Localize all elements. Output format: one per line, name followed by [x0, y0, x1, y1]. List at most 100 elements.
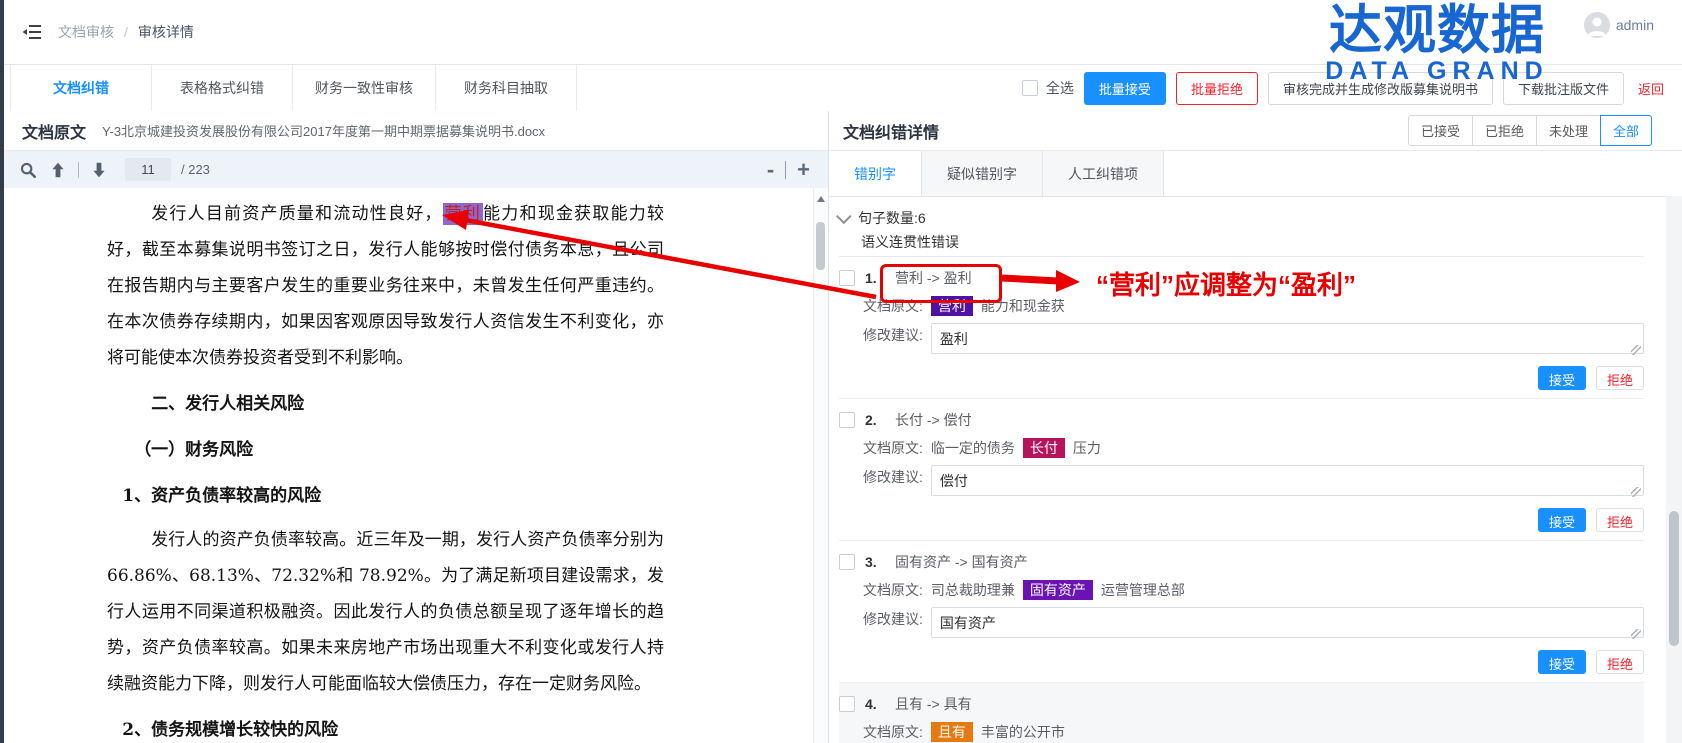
collapse-caret-icon[interactable] — [836, 208, 852, 224]
batch-reject-button[interactable]: 批量拒绝 — [1176, 72, 1258, 105]
zoom-out-button[interactable]: - — [767, 159, 774, 181]
resize-handle-icon[interactable] — [1631, 629, 1641, 639]
item-actions: 接受 拒绝 — [839, 508, 1644, 532]
toolbar-divider — [78, 162, 79, 178]
error-panel-header: 文档纠错详情 已接受 已拒绝 未处理 全部 — [829, 111, 1682, 151]
error-item-correction: 且有 -> 具有 — [895, 694, 972, 714]
tab-financial-consistency-review[interactable]: 财务一致性审核 — [293, 65, 436, 111]
suggestion-input[interactable] — [931, 607, 1644, 638]
error-item-checkbox[interactable] — [839, 412, 855, 428]
tab-suspected-typos[interactable]: 疑似错别字 — [922, 151, 1043, 196]
error-item-header: 2. 长付 -> 偿付 — [839, 407, 1644, 433]
suggestion-input[interactable] — [931, 323, 1644, 354]
error-item-checkbox[interactable] — [839, 696, 855, 712]
error-item-index: 3. — [865, 554, 881, 570]
suggestion-label: 修改建议: — [863, 323, 923, 347]
search-icon[interactable] — [18, 160, 38, 180]
select-all-label: 全选 — [1046, 78, 1074, 98]
document-filename: Y-3北京城建投资发展股份有限公司2017年度第一期中期票据募集说明书.docx — [102, 121, 545, 140]
select-all-checkbox[interactable]: 全选 — [1022, 78, 1074, 98]
checkbox-icon[interactable] — [1022, 80, 1038, 96]
original-text-label: 文档原文: — [863, 720, 923, 743]
tab-doc-correction[interactable]: 文档纠错 — [10, 65, 152, 111]
document-panel-title: 文档原文 — [22, 119, 86, 143]
scroll-up-icon[interactable] — [817, 196, 825, 202]
scrollbar-thumb[interactable] — [816, 222, 825, 270]
zoom-in-button[interactable]: + — [797, 159, 810, 181]
document-panel-header: 文档原文 Y-3北京城建投资发展股份有限公司2017年度第一期中期票据募集说明书… — [4, 111, 828, 151]
scrollbar-thumb[interactable] — [1669, 511, 1679, 646]
error-type-tabs: 错别字 疑似错别字 人工纠错项 — [829, 151, 1682, 197]
tab-typos[interactable]: 错别字 — [829, 151, 922, 196]
window-edge — [0, 0, 4, 743]
doc-highlighted-term[interactable]: 营利 — [443, 203, 483, 225]
status-filter-group: 已接受 已拒绝 未处理 全部 — [1408, 115, 1652, 146]
error-items-container: 1. 营利 -> 盈利 文档原文: 营利 能力和现金获 修改建议: 接受 拒绝 … — [839, 257, 1644, 743]
original-text-row: 文档原文: 司总裁助理兼 固有资产 运营管理总部 — [863, 578, 1644, 602]
suggestion-row: 修改建议: — [863, 323, 1644, 359]
doc-paragraph: 发行人目前资产质量和流动性良好，营利能力和现金获取能力较好，截至本募集说明书签订… — [107, 196, 664, 376]
topbar: 文档审核 / 审核详情 admin — [4, 0, 1682, 64]
accept-button[interactable]: 接受 — [1538, 508, 1586, 532]
zoom-divider — [785, 161, 786, 179]
error-term-highlight: 长付 — [1023, 438, 1065, 458]
reject-button[interactable]: 拒绝 — [1596, 366, 1644, 390]
original-text-label: 文档原文: — [863, 578, 923, 602]
prev-page-icon[interactable] — [48, 160, 68, 180]
suggestion-label: 修改建议: — [863, 465, 923, 489]
accept-button[interactable]: 接受 — [1538, 366, 1586, 390]
error-item-index: 1. — [865, 270, 881, 286]
accept-button[interactable]: 接受 — [1538, 650, 1586, 674]
suggestion-input[interactable] — [931, 465, 1644, 496]
filter-all[interactable]: 全部 — [1600, 115, 1652, 146]
doc-paragraph: 二、发行人相关风险 — [107, 386, 664, 422]
context-after: 压力 — [1073, 438, 1101, 458]
error-category: 语义连贯性错误 — [861, 232, 959, 252]
tab-manual-corrections[interactable]: 人工纠错项 — [1043, 151, 1164, 196]
context-before: 临一定的债务 — [931, 438, 1015, 458]
context-after: 运营管理总部 — [1101, 580, 1185, 600]
original-text-row: 文档原文: 临一定的债务 长付 压力 — [863, 436, 1644, 460]
error-item-checkbox[interactable] — [839, 270, 855, 286]
zoom-controls: - + — [767, 151, 810, 188]
tab-financial-subject-extraction[interactable]: 财务科目抽取 — [436, 65, 577, 111]
back-button[interactable]: 返回 — [1634, 73, 1668, 104]
batch-accept-button[interactable]: 批量接受 — [1084, 72, 1166, 105]
pdf-toolbar: 11 / 223 - + — [4, 151, 828, 189]
suggestion-row: 修改建议: — [863, 607, 1644, 643]
filter-accepted[interactable]: 已接受 — [1408, 115, 1473, 146]
resize-handle-icon[interactable] — [1631, 345, 1641, 355]
suggestion-row: 修改建议: — [863, 465, 1644, 501]
error-item: 3. 固有资产 -> 国有资产 文档原文: 司总裁助理兼 固有资产 运营管理总部… — [839, 541, 1644, 683]
main-tabstrip: 文档纠错 表格格式纠错 财务一致性审核 财务科目抽取 全选 批量接受 批量拒绝 … — [4, 64, 1682, 112]
page-number-input[interactable]: 11 — [125, 158, 171, 181]
annotation-text: “营利”应调整为“盈利” — [1096, 265, 1356, 302]
error-item-checkbox[interactable] — [839, 554, 855, 570]
suggestion-label: 修改建议: — [863, 607, 923, 631]
reject-button[interactable]: 拒绝 — [1596, 650, 1644, 674]
original-text-label: 文档原文: — [863, 436, 923, 460]
error-list-scrollbar[interactable] — [1666, 196, 1682, 743]
download-annotated-button[interactable]: 下载批注版文件 — [1503, 72, 1624, 105]
breadcrumb-root[interactable]: 文档审核 — [58, 22, 114, 42]
tab-table-format-correction[interactable]: 表格格式纠错 — [152, 65, 293, 111]
error-detail-panel: 文档纠错详情 已接受 已拒绝 未处理 全部 错别字 疑似错别字 人工纠错项 句子… — [828, 111, 1682, 743]
user-menu[interactable]: admin — [1584, 12, 1654, 38]
error-term-highlight: 固有资产 — [1023, 580, 1093, 600]
doc-paragraph: （一）财务风险 — [107, 432, 664, 468]
filter-unprocessed[interactable]: 未处理 — [1536, 115, 1601, 146]
doc-paragraph: 1、资产负债率较高的风险 — [107, 478, 664, 514]
sidebar-collapse-icon[interactable] — [20, 20, 44, 44]
next-page-icon[interactable] — [89, 160, 109, 180]
breadcrumb: 文档审核 / 审核详情 — [58, 22, 194, 42]
reject-button[interactable]: 拒绝 — [1596, 508, 1644, 532]
filter-rejected[interactable]: 已拒绝 — [1472, 115, 1537, 146]
finish-review-button[interactable]: 审核完成并生成修改版募集说明书 — [1268, 72, 1493, 105]
error-item-correction: 固有资产 -> 国有资产 — [895, 552, 1028, 572]
user-avatar-icon — [1584, 12, 1610, 38]
toolbar-actions: 全选 批量接受 批量拒绝 审核完成并生成修改版募集说明书 下载批注版文件 返回 — [1022, 65, 1682, 111]
error-item-header: 3. 固有资产 -> 国有资产 — [839, 549, 1644, 575]
document-scrollbar[interactable] — [813, 188, 828, 743]
resize-handle-icon[interactable] — [1631, 487, 1641, 497]
breadcrumb-separator: / — [124, 24, 128, 40]
